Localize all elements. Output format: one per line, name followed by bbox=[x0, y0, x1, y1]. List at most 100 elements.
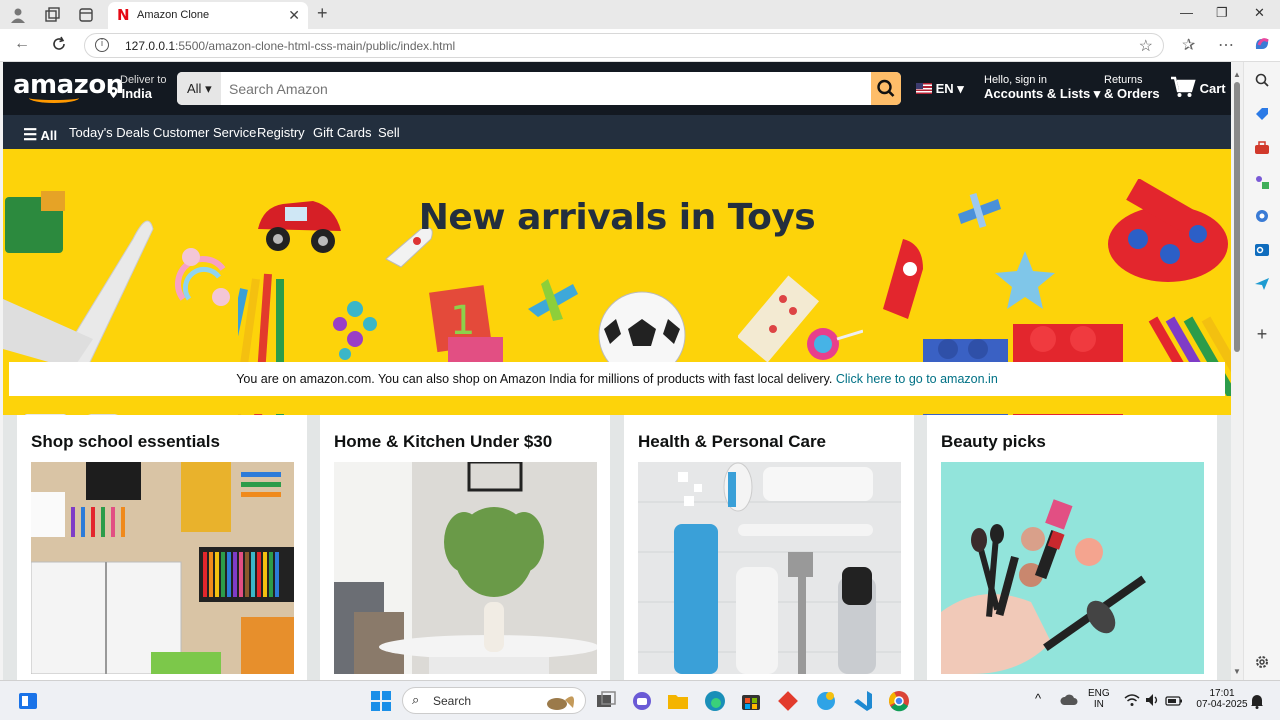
tab-title: Amazon Clone bbox=[137, 9, 210, 21]
browser-tab-bar: N Amazon Clone ✕ + — ❐ ✕ bbox=[0, 0, 1280, 29]
taskbar-search[interactable]: ⌕ Search bbox=[402, 687, 586, 714]
url-field[interactable]: i 127.0.0.1:5500/amazon-clone-html-css-m… bbox=[84, 33, 1164, 58]
sidebar-add-icon[interactable]: + bbox=[1254, 325, 1270, 343]
clock-date: 07-04-2025 bbox=[1196, 699, 1248, 710]
nav-gift-cards[interactable]: Gift Cards bbox=[313, 125, 372, 140]
red-rocket-toy bbox=[883, 239, 923, 319]
hero-title: New arrivals in Toys bbox=[418, 197, 816, 238]
page-scrollbar[interactable]: ▲ ▼ bbox=[1231, 62, 1243, 680]
close-tab-icon[interactable]: ✕ bbox=[288, 7, 300, 24]
beauty-image[interactable] bbox=[941, 462, 1204, 674]
card-title: Home & Kitchen Under $30 bbox=[334, 432, 553, 451]
health-care-image[interactable] bbox=[638, 462, 901, 674]
scroll-up-icon[interactable]: ▲ bbox=[1233, 70, 1241, 79]
taskbar-search-label: Search bbox=[433, 694, 472, 708]
rainbow-toy bbox=[175, 248, 230, 306]
home-kitchen-image[interactable] bbox=[334, 462, 597, 674]
sidebar-outlook-icon[interactable] bbox=[1254, 242, 1270, 258]
nav-todays-deals[interactable]: Today's Deals bbox=[69, 125, 150, 140]
cart-label: Cart bbox=[1199, 81, 1226, 96]
orders-label: & Orders bbox=[1104, 86, 1160, 101]
scroll-thumb[interactable] bbox=[1234, 82, 1240, 352]
file-explorer-icon[interactable] bbox=[667, 690, 689, 712]
show-hidden-icons-chevron[interactable]: ^ bbox=[1035, 691, 1041, 706]
weather-app-icon[interactable] bbox=[815, 690, 837, 712]
language-selector[interactable]: EN ▾ bbox=[916, 81, 964, 97]
amazon-page: amazon Deliver to India All ▾ EN ▾ Hello… bbox=[3, 62, 1231, 680]
sidebar-copilot-icon[interactable] bbox=[1254, 208, 1270, 224]
task-view-icon[interactable] bbox=[595, 690, 617, 712]
chat-icon[interactable] bbox=[631, 690, 653, 712]
input-language[interactable]: ENG IN bbox=[1088, 688, 1110, 710]
search-category-select[interactable]: All ▾ bbox=[177, 72, 221, 105]
new-tab-icon[interactable]: + bbox=[317, 3, 328, 24]
url-text: 127.0.0.1:5500/amazon-clone-html-css-mai… bbox=[125, 39, 455, 53]
edge-sidebar: + bbox=[1243, 62, 1280, 680]
all-menu-button[interactable]: ☰ All bbox=[23, 125, 57, 145]
language-line1: ENG bbox=[1088, 688, 1110, 699]
site-info-icon[interactable]: i bbox=[95, 38, 109, 52]
returns-label: Returns bbox=[1104, 74, 1143, 86]
amazon-india-link[interactable]: Click here to go to amazon.in bbox=[836, 372, 998, 386]
profile-icon[interactable] bbox=[9, 6, 27, 24]
sidebar-settings-icon[interactable] bbox=[1254, 654, 1270, 670]
hero-bottom-strip bbox=[3, 396, 1231, 414]
chrome-icon[interactable] bbox=[888, 690, 910, 712]
sidebar-send-icon[interactable] bbox=[1254, 276, 1270, 292]
maximize-icon[interactable]: ❐ bbox=[1216, 5, 1228, 21]
card-health-personal-care[interactable]: Health & Personal Care bbox=[624, 415, 914, 680]
favorites-icon[interactable]: ✰ bbox=[1182, 35, 1195, 55]
copilot-icon[interactable] bbox=[1253, 35, 1271, 58]
battery-icon[interactable] bbox=[1165, 694, 1183, 706]
active-tab[interactable]: N Amazon Clone ✕ bbox=[108, 2, 308, 29]
wifi-icon[interactable] bbox=[1124, 693, 1140, 707]
widgets-icon[interactable] bbox=[17, 690, 39, 712]
vscode-icon[interactable] bbox=[851, 690, 873, 712]
taskbar-search-icon: ⌕ bbox=[412, 693, 420, 708]
scroll-down-icon[interactable]: ▼ bbox=[1233, 667, 1241, 676]
nav-registry[interactable]: Registry bbox=[257, 125, 305, 140]
card-title: Health & Personal Care bbox=[638, 432, 827, 451]
close-window-icon[interactable]: ✕ bbox=[1254, 5, 1265, 21]
sidebar-shopping-icon[interactable] bbox=[1254, 106, 1270, 122]
windows-start-icon[interactable] bbox=[370, 690, 392, 712]
netflix-favicon-icon: N bbox=[117, 6, 130, 24]
sidebar-games-icon[interactable] bbox=[1254, 174, 1270, 190]
favorite-star-icon[interactable]: ☆ bbox=[1139, 36, 1153, 56]
card-beauty-picks[interactable]: Beauty picks bbox=[927, 415, 1217, 680]
onedrive-cloud-icon[interactable] bbox=[1060, 693, 1078, 707]
git-app-icon[interactable] bbox=[777, 690, 799, 712]
search-input[interactable] bbox=[221, 72, 871, 105]
notification-bell-icon[interactable] bbox=[1250, 693, 1264, 709]
card-title: Shop school essentials bbox=[31, 432, 220, 451]
search-button[interactable] bbox=[871, 72, 901, 105]
minimize-icon[interactable]: — bbox=[1180, 5, 1193, 20]
sub-navigation: ☰ All Today's Deals Customer Service Reg… bbox=[3, 115, 1231, 149]
amazon-smile-icon bbox=[29, 93, 79, 103]
edge-icon[interactable] bbox=[704, 690, 726, 712]
account-lists[interactable]: Hello, sign in Accounts & Lists ▾ bbox=[984, 74, 1100, 102]
workspaces-icon[interactable] bbox=[43, 6, 61, 24]
back-icon[interactable]: ← bbox=[14, 35, 30, 53]
nav-customer-service[interactable]: Customer Service bbox=[153, 125, 256, 140]
returns-orders[interactable]: Returns & Orders bbox=[1104, 74, 1160, 101]
card-home-kitchen[interactable]: Home & Kitchen Under $30 bbox=[320, 415, 610, 680]
hamburger-icon: ☰ bbox=[23, 127, 38, 144]
tab-actions-icon[interactable] bbox=[77, 6, 95, 24]
sidebar-tools-icon[interactable] bbox=[1254, 140, 1270, 156]
more-menu-icon[interactable]: ⋯ bbox=[1218, 35, 1234, 55]
sidebar-search-icon[interactable] bbox=[1254, 72, 1270, 88]
account-lists-label: Accounts & Lists bbox=[984, 86, 1091, 101]
all-label: All bbox=[40, 128, 58, 143]
nav-sell[interactable]: Sell bbox=[378, 125, 400, 140]
number-block-toy: 1 bbox=[429, 285, 503, 369]
store-icon[interactable] bbox=[740, 690, 762, 712]
card-school-essentials[interactable]: Shop school essentials bbox=[17, 415, 307, 680]
school-supplies-image[interactable] bbox=[31, 462, 294, 674]
clock[interactable]: 17:01 07-04-2025 bbox=[1189, 688, 1255, 710]
cart-button[interactable]: Cart bbox=[1170, 76, 1226, 98]
refresh-icon[interactable] bbox=[51, 35, 67, 58]
cart-icon bbox=[1171, 76, 1196, 97]
deliver-to[interactable]: Deliver to India bbox=[109, 74, 166, 101]
volume-icon[interactable] bbox=[1145, 693, 1161, 707]
